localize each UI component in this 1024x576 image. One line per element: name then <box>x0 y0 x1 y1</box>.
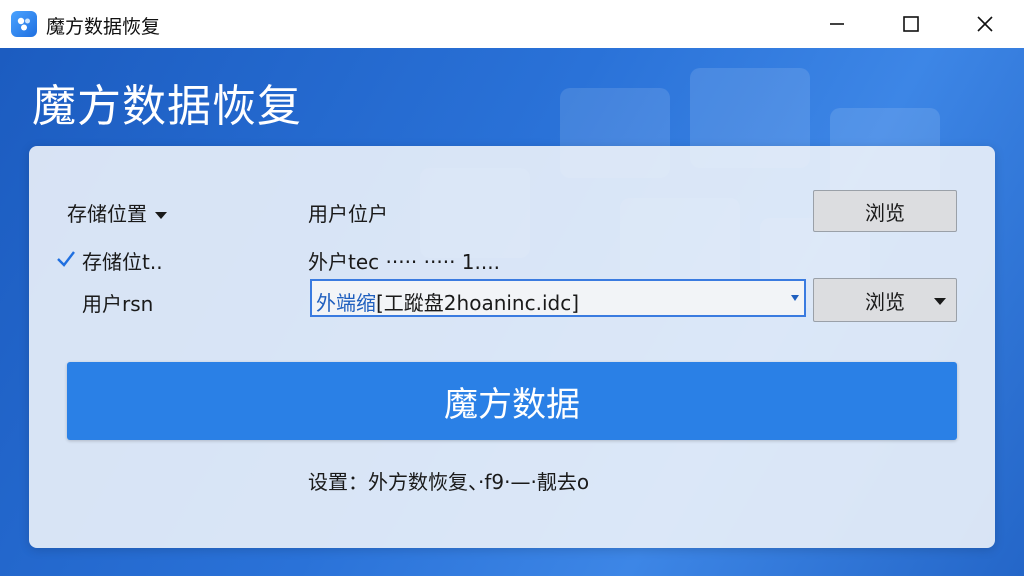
storage-location-dropdown[interactable]: 存储位置 <box>67 198 167 227</box>
start-recovery-label: 魔方数据 <box>444 384 580 425</box>
start-recovery-button[interactable]: 魔方数据 <box>67 362 957 440</box>
storage-option-checked[interactable]: 存储位t.. <box>82 246 163 275</box>
check-icon <box>57 251 75 267</box>
close-button[interactable] <box>954 0 1016 48</box>
storage-location-label: 存储位置 <box>67 202 147 226</box>
status-text: 设置：外方数恢复、·f9·—·靓去o <box>308 470 590 494</box>
browse-button-1[interactable]: 浏览 <box>813 190 957 232</box>
user-label: 用户rsn <box>82 292 154 316</box>
window-title: 魔方数据恢复 <box>46 16 161 38</box>
page-title: 魔方数据恢复 <box>32 81 302 132</box>
app-window: 魔方数据恢复 魔方数据恢复 存储位置 用户位户 浏览 存储位t.. 外户tec … <box>0 0 1024 576</box>
path-text: [工蹤盘2hoaninc.idc] <box>376 291 580 315</box>
browse-button-2[interactable]: 浏览 <box>813 278 957 322</box>
maximize-button[interactable] <box>880 0 942 48</box>
browse-button-label: 浏览 <box>865 289 905 314</box>
minimize-icon <box>830 23 844 25</box>
path-select-input[interactable]: 外端缩[工蹤盘2hoaninc.idc] <box>310 279 806 317</box>
browse-button-label: 浏览 <box>865 200 905 225</box>
chevron-down-icon <box>155 212 167 219</box>
maximize-icon <box>903 16 919 32</box>
user-location-value: 用户位户 <box>308 202 388 226</box>
external-path-value: 外户tec ····· ····· 1.... <box>308 250 500 274</box>
path-prefix: 外端缩 <box>316 291 376 315</box>
dropdown-arrow-icon <box>791 295 799 301</box>
minimize-button[interactable] <box>806 0 868 48</box>
title-bar: 魔方数据恢复 <box>0 0 1024 48</box>
chevron-down-icon <box>934 298 946 305</box>
app-logo-icon <box>11 11 37 37</box>
close-icon <box>977 16 993 32</box>
